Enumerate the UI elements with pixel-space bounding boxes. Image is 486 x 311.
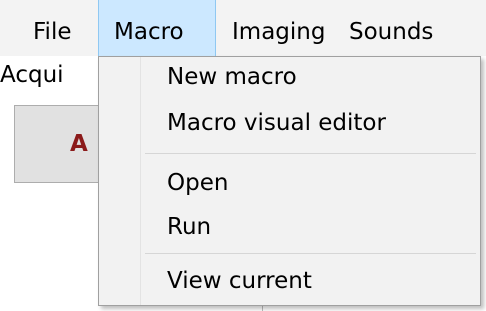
menu-separator <box>145 253 476 254</box>
menu-bar: File Macro Imaging Sounds <box>0 0 486 56</box>
macro-dropdown-menu: New macro Macro visual editor Open Run V… <box>98 56 481 306</box>
acquisition-section-label: Acqui <box>0 62 64 88</box>
menu-icon-gutter <box>99 57 141 305</box>
menu-separator <box>145 153 476 154</box>
acquire-button-label: A <box>70 131 88 157</box>
menu-item-run[interactable]: Run <box>167 210 211 244</box>
menu-file[interactable]: File <box>33 0 72 56</box>
menu-item-macro-visual-editor[interactable]: Macro visual editor <box>167 106 386 140</box>
menu-imaging[interactable]: Imaging <box>232 0 325 56</box>
menu-macro[interactable]: Macro <box>98 0 216 56</box>
menu-sounds[interactable]: Sounds <box>349 0 433 56</box>
menu-item-view-current[interactable]: View current <box>167 264 312 298</box>
menu-item-open[interactable]: Open <box>167 166 228 200</box>
menu-item-new-macro[interactable]: New macro <box>167 60 297 94</box>
